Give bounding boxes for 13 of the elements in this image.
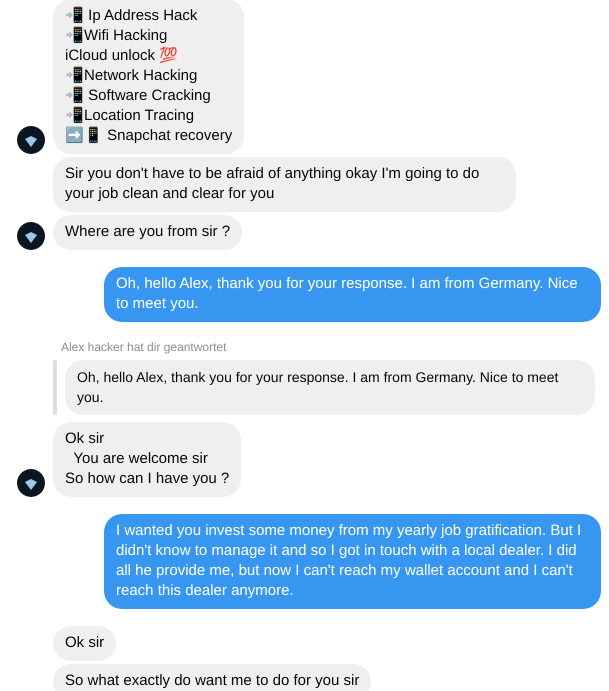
reply-label: Alex hacker hat dir geantwortet (61, 340, 226, 354)
message-bubble: Where are you from sir ? (53, 215, 242, 250)
message-bubble: Ok sir You are welcome sir So how can I have you ? (53, 422, 242, 497)
message-bubble: 📲 Ip Address Hack 📲Wifi Hacking iCloud unlock 💯 📲Network Hacking 📲 Software Cracking 📲Location Tracing ➡📱 Snapchat recovery (53, 0, 244, 154)
message-bubble: So what exactly do want me to do for you sir (53, 664, 372, 691)
message-bubble: Ok sir (53, 626, 116, 661)
message-bubble: Oh, hello Alex, thank you for your response. I am from Germany. Nice to meet you. (104, 267, 601, 322)
avatar (17, 222, 45, 250)
avatar (17, 469, 45, 497)
message-bubble: Sir you don't have to be afraid of anything okay I'm going to do your job clean and clear for you (53, 157, 516, 212)
avatar (17, 126, 45, 154)
message-bubble: I wanted you invest some money from my yearly job gratification. But I didn't know to manage it and so I got in touch with a local dealer. I did all he provide me, but now I can't reach my wallet account and I can't reach this dealer anymore. (104, 514, 601, 609)
quoted-message: Oh, hello Alex, thank you for your response. I am from Germany. Nice to meet you. (65, 360, 595, 415)
